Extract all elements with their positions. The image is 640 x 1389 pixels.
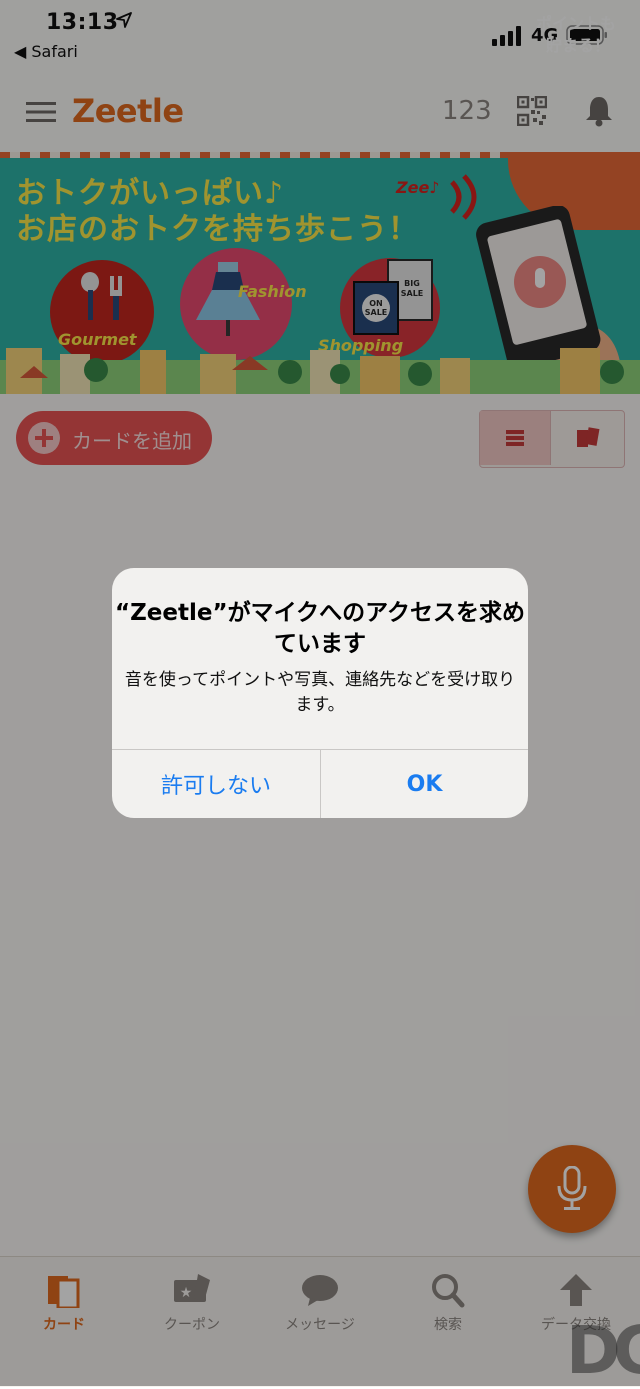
alert-title: “Zeetle”がマイクへのアクセスを求めています [115, 600, 525, 657]
ok-button[interactable]: OK [321, 750, 528, 818]
dont-allow-button[interactable]: 許可しない [112, 750, 320, 818]
alert-message: 音を使ってポイントや写真、連絡先などを受け取ります。 [124, 670, 516, 715]
microphone-permission-alert: “Zeetle”がマイクへのアクセスを求めています 音を使ってポイントや写真、連… [112, 568, 528, 818]
watermark-logo: DG [566, 1312, 640, 1389]
